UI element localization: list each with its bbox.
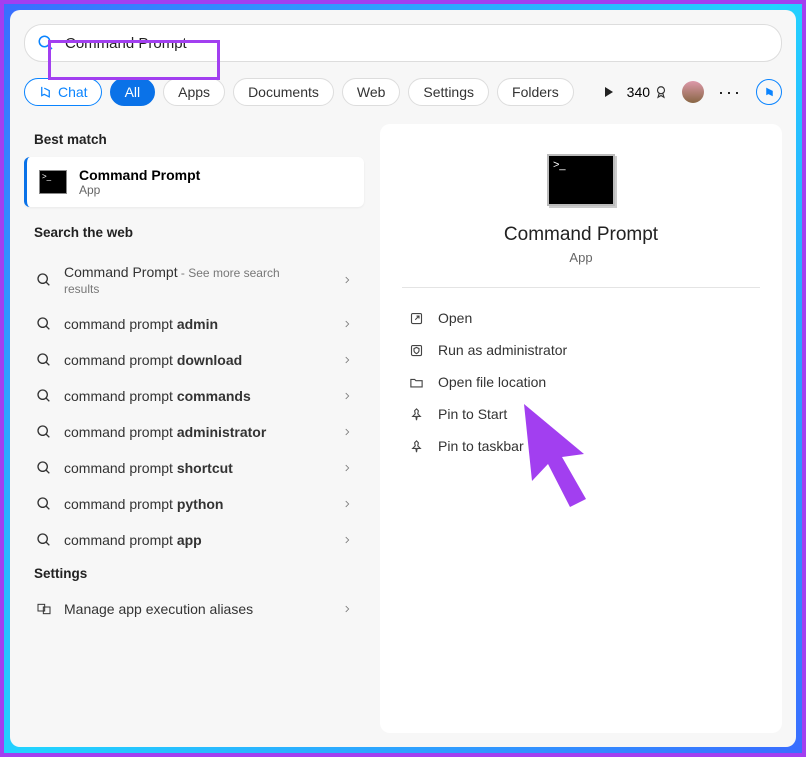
search-input[interactable] xyxy=(65,35,769,52)
medal-icon xyxy=(654,85,668,99)
chevron-right-icon xyxy=(342,354,352,366)
tab-settings[interactable]: Settings xyxy=(408,78,489,106)
tab-documents[interactable]: Documents xyxy=(233,78,334,106)
annotation-arrow xyxy=(514,399,604,509)
chevron-right-icon xyxy=(342,426,352,438)
tabs-row: Chat All Apps Documents Web Settings Fol… xyxy=(24,78,782,106)
settings-item[interactable]: Manage app execution aliases xyxy=(24,591,364,627)
pin-icon xyxy=(408,439,424,454)
best-match-sub: App xyxy=(79,183,200,197)
more-icon[interactable]: ··· xyxy=(718,82,742,103)
action-open[interactable]: Open xyxy=(402,302,760,334)
search-icon xyxy=(36,388,52,404)
settings-item-label: Manage app execution aliases xyxy=(64,601,330,617)
search-row xyxy=(24,24,782,62)
chat-tab[interactable]: Chat xyxy=(24,78,102,106)
search-icon xyxy=(36,496,52,512)
web-result-row[interactable]: command prompt download xyxy=(24,342,364,378)
action-label: Pin to taskbar xyxy=(438,438,524,454)
chevron-right-icon xyxy=(342,603,352,615)
folder-icon xyxy=(408,375,424,390)
action-label: Run as administrator xyxy=(438,342,567,358)
action-label: Pin to Start xyxy=(438,406,507,422)
web-result-label: command prompt download xyxy=(64,352,330,368)
web-result-label: command prompt app xyxy=(64,532,330,548)
user-avatar[interactable] xyxy=(682,81,704,103)
web-result-label: command prompt shortcut xyxy=(64,460,330,476)
settings-alias-icon xyxy=(36,601,52,617)
chat-label: Chat xyxy=(58,84,88,100)
tab-apps[interactable]: Apps xyxy=(163,78,225,106)
search-icon xyxy=(36,532,52,548)
chevron-right-icon xyxy=(342,534,352,546)
search-icon xyxy=(36,460,52,476)
overflow-arrow-icon[interactable] xyxy=(605,87,613,97)
settings-heading: Settings xyxy=(24,558,364,591)
action-label: Open file location xyxy=(438,374,546,390)
chevron-right-icon xyxy=(342,462,352,474)
detail-title: Command Prompt xyxy=(504,224,658,246)
chevron-right-icon xyxy=(342,274,352,286)
search-icon xyxy=(36,352,52,368)
chevron-right-icon xyxy=(342,498,352,510)
web-result-label: command prompt python xyxy=(64,496,330,512)
divider xyxy=(402,287,760,288)
web-result-label: command prompt admin xyxy=(64,316,330,332)
web-result-row[interactable]: command prompt shortcut xyxy=(24,450,364,486)
action-open-file-location[interactable]: Open file location xyxy=(402,366,760,398)
cmd-app-icon xyxy=(39,170,67,194)
results-column: Best match Command Prompt App Search the… xyxy=(24,124,364,733)
action-run-as-administrator[interactable]: Run as administrator xyxy=(402,334,760,366)
web-result-row[interactable]: Command Prompt - See more searchresults xyxy=(24,254,364,306)
search-icon xyxy=(36,316,52,332)
detail-app-icon xyxy=(547,154,615,206)
chevron-right-icon xyxy=(342,390,352,402)
bing-chat-icon xyxy=(38,85,53,100)
search-panel: Chat All Apps Documents Web Settings Fol… xyxy=(10,10,796,747)
tab-all[interactable]: All xyxy=(110,78,156,106)
best-match-title: Command Prompt xyxy=(79,167,200,183)
rewards-count: 340 xyxy=(627,84,650,100)
web-result-label: Command Prompt - See more searchresults xyxy=(64,264,330,296)
web-results-list: Command Prompt - See more searchresults c… xyxy=(24,254,364,558)
rewards-badge[interactable]: 340 xyxy=(627,84,668,100)
web-result-row[interactable]: command prompt admin xyxy=(24,306,364,342)
bing-icon xyxy=(763,86,776,99)
search-icon xyxy=(36,272,52,288)
search-web-heading: Search the web xyxy=(24,217,364,250)
tabs-right: 340 ··· xyxy=(605,79,782,105)
shield-icon xyxy=(408,343,424,358)
web-result-row[interactable]: command prompt python xyxy=(24,486,364,522)
web-result-row[interactable]: command prompt app xyxy=(24,522,364,558)
best-match-result[interactable]: Command Prompt App xyxy=(24,157,364,207)
open-icon xyxy=(408,311,424,326)
tab-folders[interactable]: Folders xyxy=(497,78,574,106)
web-result-label: command prompt administrator xyxy=(64,424,330,440)
web-result-label: command prompt commands xyxy=(64,388,330,404)
tab-web[interactable]: Web xyxy=(342,78,401,106)
search-icon xyxy=(37,34,55,52)
web-result-row[interactable]: command prompt commands xyxy=(24,378,364,414)
search-box[interactable] xyxy=(24,24,782,62)
pin-icon xyxy=(408,407,424,422)
web-result-row[interactable]: command prompt administrator xyxy=(24,414,364,450)
chevron-right-icon xyxy=(342,318,352,330)
search-icon xyxy=(36,424,52,440)
best-match-heading: Best match xyxy=(24,124,364,157)
bing-button[interactable] xyxy=(756,79,782,105)
action-label: Open xyxy=(438,310,472,326)
content-area: Best match Command Prompt App Search the… xyxy=(24,124,782,733)
detail-subtitle: App xyxy=(569,250,592,265)
